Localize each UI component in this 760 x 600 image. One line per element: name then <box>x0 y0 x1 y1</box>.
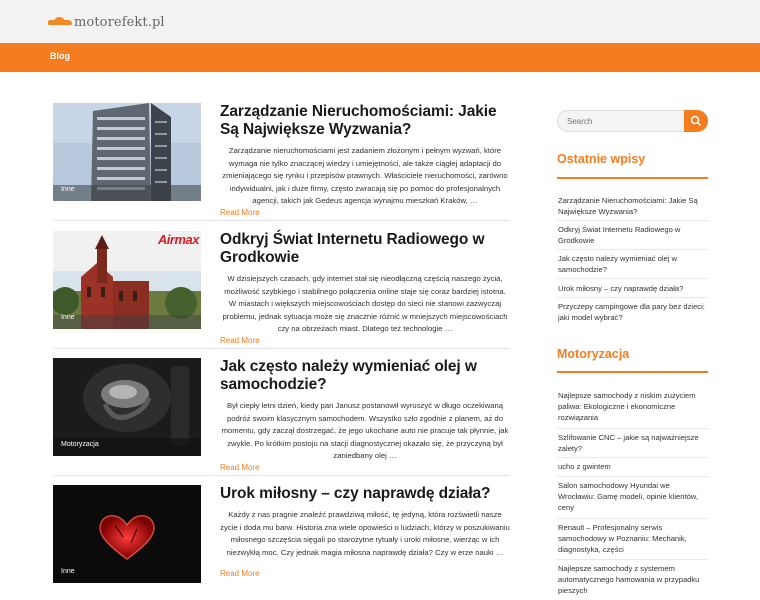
category-post-link[interactable]: Renault – Profesjonalny serwis samochodo… <box>558 522 708 556</box>
post-category-badge[interactable]: Inne <box>61 186 75 193</box>
recent-post-link[interactable]: Przyczepy campingowe dla pary bez dzieci… <box>558 301 708 323</box>
recent-post-link[interactable]: Jak często należy wymieniać olej w samoc… <box>558 253 708 275</box>
sidebar-divider <box>557 518 708 519</box>
post-title[interactable]: Zarządzanie Nieruchomościami: Jakie Są N… <box>220 103 510 139</box>
post-excerpt: Był ciepły letni dzień, kiedy pan Janusz… <box>221 401 509 460</box>
airmax-logo: Airmax <box>157 232 200 247</box>
read-more-link[interactable]: Read More <box>220 336 510 345</box>
nav-item-blog[interactable]: Blog <box>50 51 70 61</box>
post-title[interactable]: Odkryj Świat Internetu Radiowego w Grodk… <box>220 231 510 267</box>
search-input[interactable] <box>558 111 684 131</box>
category-post-link[interactable]: Szlifowanie CNC – jakie są najważniejsze… <box>558 432 708 454</box>
post-divider <box>53 220 510 221</box>
sidebar-divider <box>557 220 708 221</box>
read-more-link[interactable]: Read More <box>220 569 510 578</box>
sidebar-divider <box>557 476 708 477</box>
recent-post-link[interactable]: Zarządzanie Nieruchomościami: Jakie Są N… <box>558 195 708 217</box>
post-thumbnail[interactable]: Airmax Inne <box>53 231 201 329</box>
sidebar-divider <box>557 297 708 298</box>
search-form <box>557 110 708 132</box>
post-thumbnail[interactable]: Motoryzacja <box>53 358 201 456</box>
post-excerpt: Każdy z nas pragnie znaleźć prawdziwą mi… <box>220 510 510 557</box>
widget-rule <box>557 177 708 179</box>
post-thumbnail[interactable]: Inne <box>53 103 201 201</box>
post-title[interactable]: Jak często należy wymieniać olej w samoc… <box>220 358 510 394</box>
post-thumbnail[interactable]: Inne <box>53 485 201 583</box>
sidebar-divider <box>557 249 708 250</box>
post-category-badge[interactable]: Motoryzacja <box>61 441 99 448</box>
post-divider <box>53 348 510 349</box>
post-excerpt: W dzisiejszych czasach, gdy internet sta… <box>222 274 508 333</box>
search-icon <box>690 115 702 127</box>
sidebar-divider <box>557 457 708 458</box>
category-post-link[interactable]: Najlepsze samochody z systemem automatyc… <box>558 563 708 597</box>
main-nav: Blog <box>0 43 760 72</box>
sidebar-divider <box>557 278 708 279</box>
post-title[interactable]: Urok miłosny – czy naprawdę działa? <box>220 485 510 503</box>
post-category-badge[interactable]: Inne <box>61 568 75 575</box>
motoryzacja-title: Motoryzacja <box>557 347 630 361</box>
post-category-badge[interactable]: Inne <box>61 314 75 321</box>
read-more-link[interactable]: Read More <box>220 463 510 472</box>
recent-post-link[interactable]: Urok miłosny – czy naprawdę działa? <box>558 283 708 294</box>
sidebar-divider <box>557 428 708 429</box>
car-logo-icon <box>48 17 72 27</box>
category-post-link[interactable]: ucho z gwintem <box>558 461 708 472</box>
read-more-link[interactable]: Read More <box>220 208 510 217</box>
top-bar: motorefekt.pl <box>0 0 760 43</box>
site-logo[interactable]: motorefekt.pl <box>48 14 165 30</box>
recent-posts-title: Ostatnie wpisy <box>557 152 646 166</box>
search-button[interactable] <box>684 110 708 132</box>
logo-text: motorefekt.pl <box>74 14 165 30</box>
widget-rule <box>557 371 708 373</box>
category-post-link[interactable]: Najlepsze samochody z niskim zużyciem pa… <box>558 390 708 424</box>
post-divider <box>53 475 510 476</box>
category-post-link[interactable]: Salon samochodowy Hyundai we Wrocławiu: … <box>558 480 708 514</box>
post-excerpt: Zarządzanie nieruchomościami jest zadani… <box>222 146 508 205</box>
sidebar-divider <box>557 559 708 560</box>
recent-post-link[interactable]: Odkryj Świat Internetu Radiowego w Grodk… <box>558 224 708 246</box>
